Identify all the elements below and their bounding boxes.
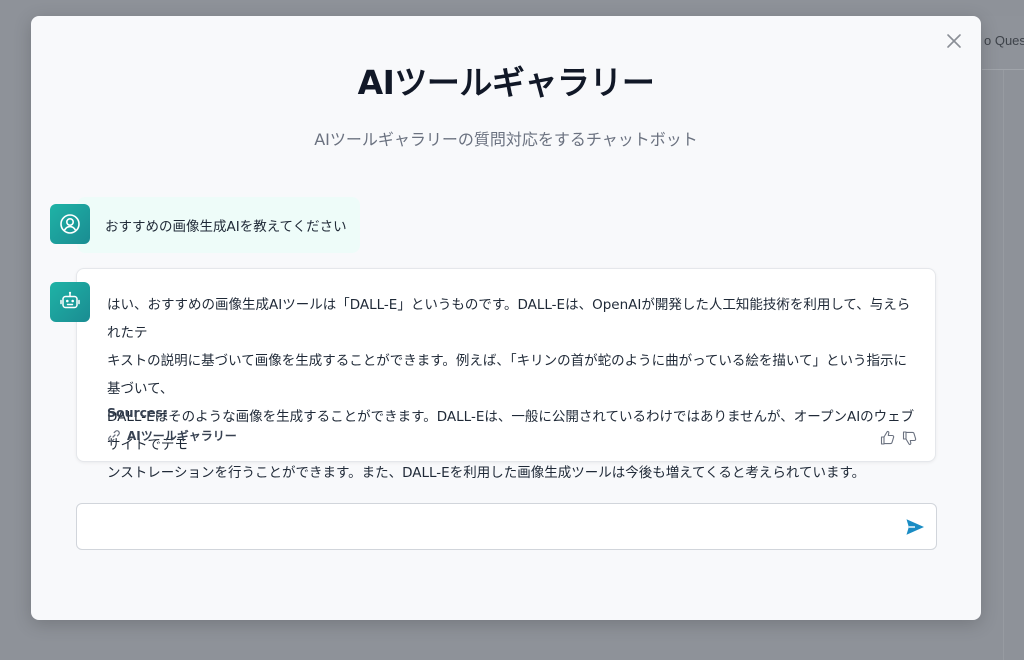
chatbot-modal: AIツールギャラリー AIツールギャラリーの質問対応をするチャットボット おすす… — [31, 16, 981, 620]
user-message-text: おすすめの画像生成AIを教えてください — [105, 219, 347, 235]
modal-subtitle: AIツールギャラリーの質問対応をするチャットボット — [314, 130, 698, 149]
bot-message-line: はい、おすすめの画像生成AIツールは「DALL-E」というものです。DALL-E… — [107, 297, 911, 341]
thumbs-up-icon — [880, 430, 895, 445]
user-message-bubble: おすすめの画像生成AIを教えてください — [77, 197, 360, 253]
thumbs-down-icon — [902, 431, 917, 446]
user-avatar — [50, 204, 90, 244]
close-button[interactable] — [943, 30, 965, 52]
sources-label: Sources: — [107, 405, 168, 420]
bot-message-line: ンストレーションを行うことができます。また、DALL-Eを利用した画像生成ツール… — [107, 465, 866, 481]
bot-message-text: はい、おすすめの画像生成AIツールは「DALL-E」というものです。DALL-E… — [107, 291, 917, 487]
close-icon — [947, 34, 961, 48]
bot-message-card: はい、おすすめの画像生成AIツールは「DALL-E」というものです。DALL-E… — [76, 268, 936, 481]
bot-avatar — [50, 282, 90, 322]
bot-message-line: キストの説明に基づいて画像を生成することができます。例えば、「キリンの首が蛇のよ… — [107, 353, 908, 397]
user-icon — [60, 214, 80, 234]
feedback-buttons — [879, 429, 919, 447]
robot-icon — [60, 291, 80, 309]
send-button[interactable] — [904, 516, 926, 538]
send-icon — [906, 519, 924, 535]
thumbs-down-button[interactable] — [901, 429, 919, 447]
link-icon — [108, 429, 120, 442]
modal-title: AIツールギャラリー — [357, 63, 655, 102]
background-partial-text: o Quest — [984, 33, 1024, 48]
chat-input-box — [76, 503, 937, 550]
source-link-label: AIツールギャラリー — [127, 429, 237, 443]
thumbs-up-button[interactable] — [879, 429, 897, 447]
background-divider — [1003, 70, 1004, 660]
source-link[interactable]: AIツールギャラリー — [107, 427, 237, 444]
chat-input[interactable] — [89, 512, 889, 542]
